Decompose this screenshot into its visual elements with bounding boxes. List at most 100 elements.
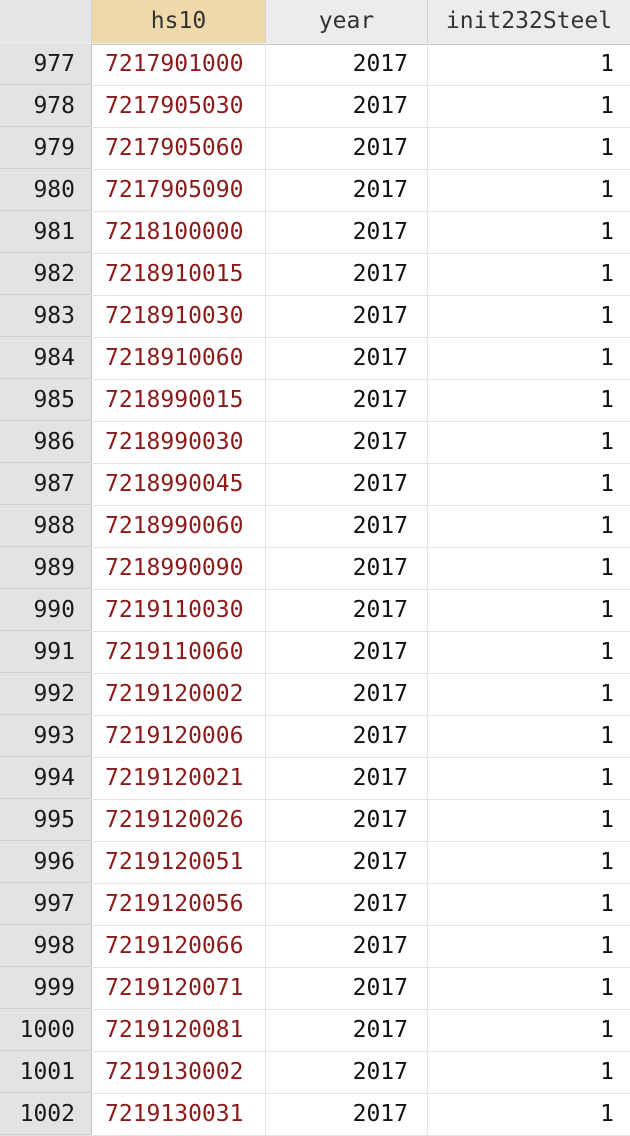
cell-year[interactable]: 2017	[266, 86, 428, 127]
table-row[interactable]: 997 7219120056 2017 1	[0, 884, 630, 926]
cell-year[interactable]: 2017	[266, 884, 428, 925]
cell-hs10[interactable]: 7219120021	[92, 758, 266, 799]
cell-year[interactable]: 2017	[266, 422, 428, 463]
cell-year[interactable]: 2017	[266, 926, 428, 967]
row-number[interactable]: 983	[0, 296, 92, 337]
row-number[interactable]: 989	[0, 548, 92, 589]
row-number[interactable]: 992	[0, 674, 92, 715]
cell-hs10[interactable]: 7218990030	[92, 422, 266, 463]
cell-hs10[interactable]: 7219110060	[92, 632, 266, 673]
row-number[interactable]: 998	[0, 926, 92, 967]
table-row[interactable]: 995 7219120026 2017 1	[0, 800, 630, 842]
cell-hs10[interactable]: 7219110030	[92, 590, 266, 631]
row-number[interactable]: 1000	[0, 1010, 92, 1051]
cell-init232steel[interactable]: 1	[428, 1010, 630, 1051]
cell-hs10[interactable]: 7217901000	[92, 44, 266, 85]
table-row[interactable]: 985 7218990015 2017 1	[0, 380, 630, 422]
cell-year[interactable]: 2017	[266, 842, 428, 883]
table-row[interactable]: 994 7219120021 2017 1	[0, 758, 630, 800]
table-row[interactable]: 992 7219120002 2017 1	[0, 674, 630, 716]
cell-init232steel[interactable]: 1	[428, 380, 630, 421]
row-number[interactable]: 995	[0, 800, 92, 841]
cell-year[interactable]: 2017	[266, 968, 428, 1009]
table-row[interactable]: 988 7218990060 2017 1	[0, 506, 630, 548]
row-number[interactable]: 999	[0, 968, 92, 1009]
table-row[interactable]: 999 7219120071 2017 1	[0, 968, 630, 1010]
cell-year[interactable]: 2017	[266, 590, 428, 631]
table-row[interactable]: 983 7218910030 2017 1	[0, 296, 630, 338]
cell-year[interactable]: 2017	[266, 800, 428, 841]
cell-year[interactable]: 2017	[266, 1094, 428, 1135]
cell-init232steel[interactable]: 1	[428, 632, 630, 673]
cell-init232steel[interactable]: 1	[428, 422, 630, 463]
row-number[interactable]: 978	[0, 86, 92, 127]
table-row[interactable]: 987 7218990045 2017 1	[0, 464, 630, 506]
cell-hs10[interactable]: 7219120071	[92, 968, 266, 1009]
table-row[interactable]: 1001 7219130002 2017 1	[0, 1052, 630, 1094]
cell-year[interactable]: 2017	[266, 1010, 428, 1051]
cell-year[interactable]: 2017	[266, 464, 428, 505]
cell-year[interactable]: 2017	[266, 338, 428, 379]
row-number[interactable]: 1001	[0, 1052, 92, 1093]
table-row[interactable]: 989 7218990090 2017 1	[0, 548, 630, 590]
cell-hs10[interactable]: 7219120051	[92, 842, 266, 883]
row-number[interactable]: 997	[0, 884, 92, 925]
cell-init232steel[interactable]: 1	[428, 464, 630, 505]
table-row[interactable]: 1002 7219130031 2017 1	[0, 1094, 630, 1136]
cell-hs10[interactable]: 7218910060	[92, 338, 266, 379]
row-number[interactable]: 977	[0, 44, 92, 85]
cell-init232steel[interactable]: 1	[428, 884, 630, 925]
table-row[interactable]: 978 7217905030 2017 1	[0, 86, 630, 128]
cell-init232steel[interactable]: 1	[428, 170, 630, 211]
row-number[interactable]: 982	[0, 254, 92, 295]
cell-year[interactable]: 2017	[266, 1052, 428, 1093]
cell-init232steel[interactable]: 1	[428, 254, 630, 295]
cell-init232steel[interactable]: 1	[428, 338, 630, 379]
cell-hs10[interactable]: 7218990060	[92, 506, 266, 547]
cell-hs10[interactable]: 7217905030	[92, 86, 266, 127]
table-row[interactable]: 991 7219110060 2017 1	[0, 632, 630, 674]
cell-hs10[interactable]: 7218990090	[92, 548, 266, 589]
row-number[interactable]: 981	[0, 212, 92, 253]
cell-year[interactable]: 2017	[266, 254, 428, 295]
table-row[interactable]: 984 7218910060 2017 1	[0, 338, 630, 380]
row-number[interactable]: 988	[0, 506, 92, 547]
cell-year[interactable]: 2017	[266, 674, 428, 715]
table-row[interactable]: 998 7219120066 2017 1	[0, 926, 630, 968]
cell-hs10[interactable]: 7219130031	[92, 1094, 266, 1135]
row-number[interactable]: 991	[0, 632, 92, 673]
cell-init232steel[interactable]: 1	[428, 212, 630, 253]
cell-year[interactable]: 2017	[266, 44, 428, 85]
cell-init232steel[interactable]: 1	[428, 86, 630, 127]
cell-init232steel[interactable]: 1	[428, 548, 630, 589]
cell-hs10[interactable]: 7218100000	[92, 212, 266, 253]
row-number[interactable]: 987	[0, 464, 92, 505]
cell-year[interactable]: 2017	[266, 632, 428, 673]
table-row[interactable]: 986 7218990030 2017 1	[0, 422, 630, 464]
row-number[interactable]: 980	[0, 170, 92, 211]
cell-year[interactable]: 2017	[266, 506, 428, 547]
column-header-year[interactable]: year	[266, 0, 428, 43]
cell-init232steel[interactable]: 1	[428, 296, 630, 337]
cell-init232steel[interactable]: 1	[428, 1094, 630, 1135]
cell-hs10[interactable]: 7219120006	[92, 716, 266, 757]
table-row[interactable]: 996 7219120051 2017 1	[0, 842, 630, 884]
cell-init232steel[interactable]: 1	[428, 800, 630, 841]
cell-hs10[interactable]: 7218910030	[92, 296, 266, 337]
table-row[interactable]: 1000 7219120081 2017 1	[0, 1010, 630, 1052]
cell-init232steel[interactable]: 1	[428, 506, 630, 547]
cell-hs10[interactable]: 7219130002	[92, 1052, 266, 1093]
row-number[interactable]: 984	[0, 338, 92, 379]
cell-hs10[interactable]: 7218910015	[92, 254, 266, 295]
cell-init232steel[interactable]: 1	[428, 44, 630, 85]
cell-init232steel[interactable]: 1	[428, 968, 630, 1009]
table-row[interactable]: 980 7217905090 2017 1	[0, 170, 630, 212]
cell-hs10[interactable]: 7218990015	[92, 380, 266, 421]
cell-hs10[interactable]: 7219120056	[92, 884, 266, 925]
column-header-init232steel[interactable]: init232Steel	[428, 0, 630, 43]
cell-hs10[interactable]: 7219120081	[92, 1010, 266, 1051]
cell-year[interactable]: 2017	[266, 170, 428, 211]
table-row[interactable]: 990 7219110030 2017 1	[0, 590, 630, 632]
cell-year[interactable]: 2017	[266, 128, 428, 169]
row-number[interactable]: 993	[0, 716, 92, 757]
